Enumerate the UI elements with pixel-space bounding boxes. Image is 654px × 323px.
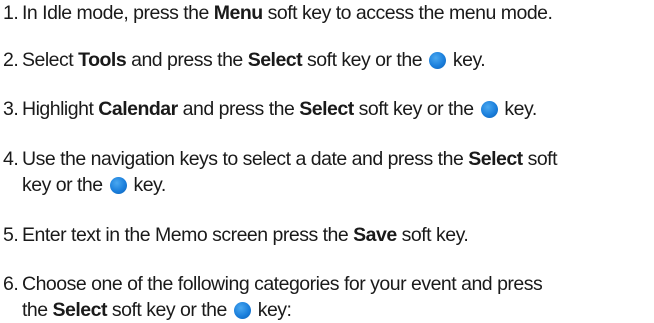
step-text-run: key:: [252, 299, 292, 321]
key-name: Select: [468, 148, 523, 170]
step-text-run: Choose one of the following categories f…: [22, 273, 543, 295]
step-text-run: soft key or the: [353, 98, 479, 120]
step-text-run: soft key or the: [106, 299, 232, 321]
select-key-icon: [480, 101, 498, 118]
key-name: Select: [52, 299, 108, 321]
step-text-run: and press the: [177, 98, 300, 120]
step-text-run: key.: [499, 98, 537, 120]
key-name: Calendar: [98, 98, 178, 120]
step-text: Choose one of the following categories f…: [22, 271, 654, 323]
step-number: 5.: [3, 224, 19, 246]
key-name: Select: [247, 49, 303, 71]
step-number: 1.: [3, 2, 19, 24]
select-key-icon: [233, 302, 251, 319]
key-name: Select: [299, 98, 354, 120]
step-line: Choose one of the following categories f…: [22, 271, 654, 297]
step-line: Use the navigation keys to select a date…: [22, 146, 654, 172]
step-line: Enter text in the Memo screen press the …: [22, 222, 654, 248]
step-line: the Select soft key or the key:: [22, 297, 654, 323]
key-name: Tools: [78, 49, 127, 71]
step-number: 2.: [3, 49, 19, 71]
step-text: Use the navigation keys to select a date…: [22, 146, 654, 198]
step-text-run: and press the: [126, 49, 248, 71]
step-line: Select Tools and press the Select soft k…: [22, 47, 654, 73]
step-line: Highlight Calendar and press the Select …: [22, 96, 654, 122]
step-text-run: soft key or the: [302, 49, 427, 71]
select-key-icon: [109, 177, 127, 194]
step-text: Select Tools and press the Select soft k…: [22, 47, 654, 73]
step-text-run: In Idle mode, press the: [22, 2, 214, 24]
step-text: Enter text in the Memo screen press the …: [22, 222, 654, 248]
step-text: In Idle mode, press the Menu soft key to…: [22, 0, 654, 26]
step-text-run: soft key.: [396, 224, 469, 246]
key-name: Save: [353, 224, 397, 246]
step-number: 4.: [3, 148, 19, 170]
step-number: 3.: [3, 98, 19, 120]
step-text: Highlight Calendar and press the Select …: [22, 96, 654, 122]
step-line: key or the key.: [22, 172, 654, 198]
step-text-run: soft: [522, 148, 558, 170]
step-text-run: key.: [128, 174, 166, 196]
step-number: 6.: [3, 273, 19, 295]
step-text-run: key.: [447, 49, 486, 71]
step-text-run: Select: [22, 49, 79, 71]
step-line: In Idle mode, press the Menu soft key to…: [22, 0, 654, 26]
step-text-run: key or the: [22, 174, 108, 196]
step-text-run: Highlight: [22, 98, 99, 120]
step-text-run: soft key to access the menu mode.: [262, 2, 553, 24]
select-key-icon: [428, 52, 446, 69]
step-text-run: Use the navigation keys to select a date…: [22, 148, 469, 170]
step-text-run: the: [22, 299, 53, 321]
step-text-run: Enter text in the Memo screen press the: [22, 224, 354, 246]
key-name: Menu: [213, 2, 263, 24]
